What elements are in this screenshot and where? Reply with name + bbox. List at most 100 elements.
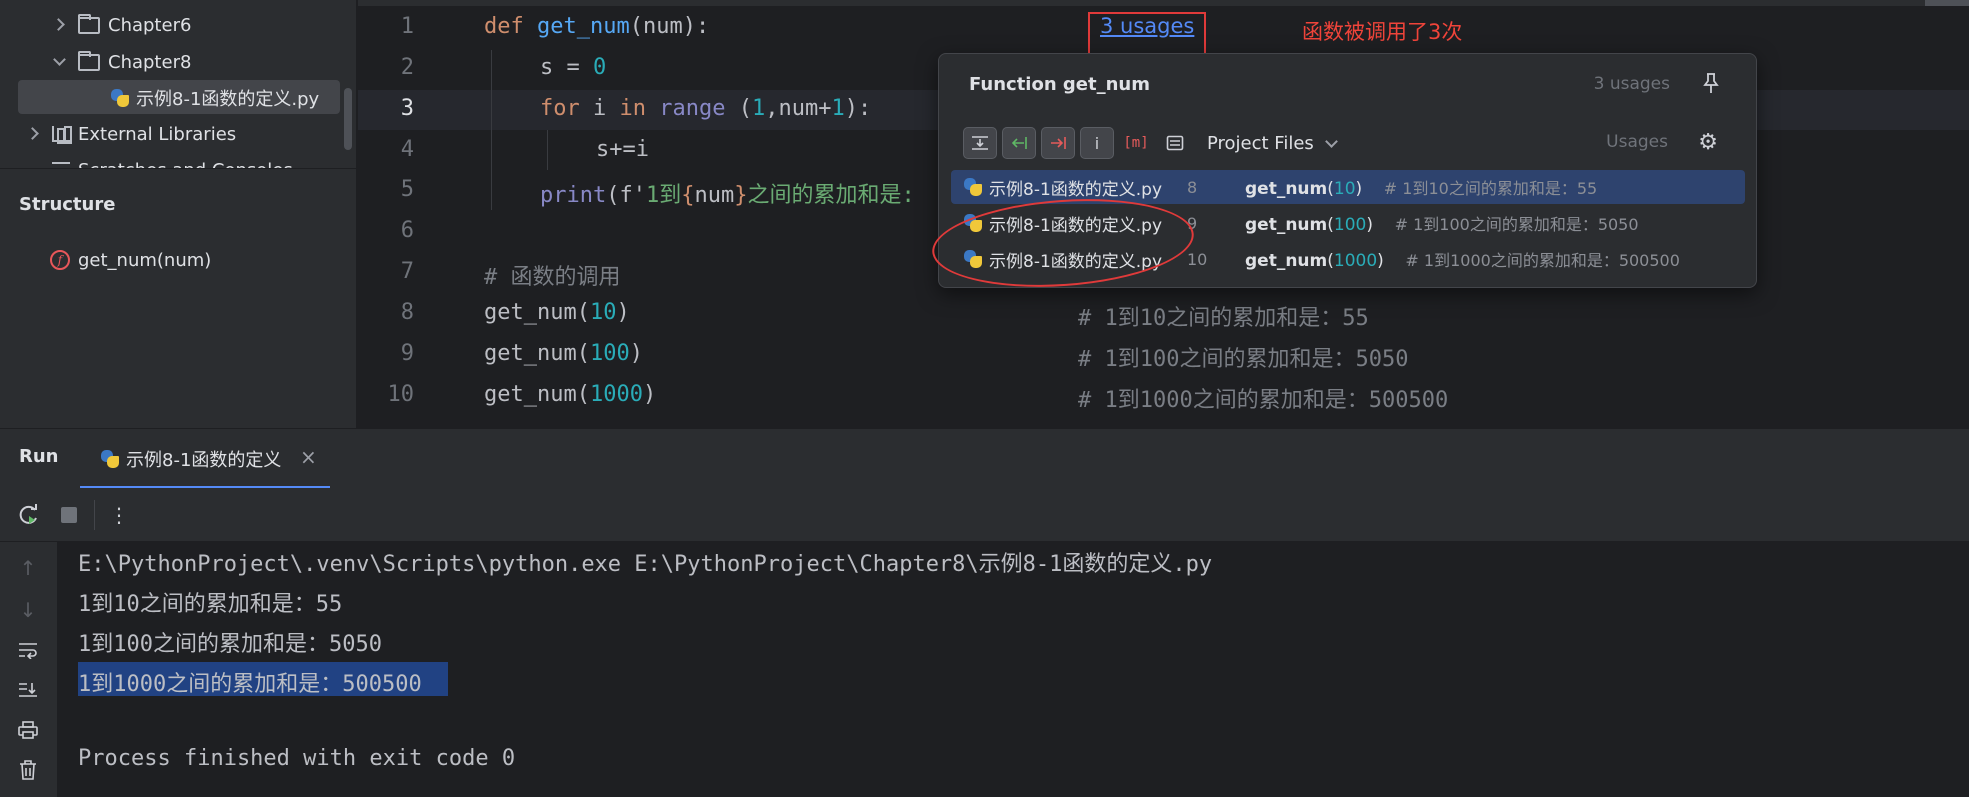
tree-item-label: 示例8-1函数的定义.py — [136, 89, 320, 110]
print-icon[interactable] — [14, 716, 42, 744]
down-arrow-icon[interactable]: ↓ — [14, 596, 42, 624]
chevron-right-icon[interactable] — [26, 127, 40, 141]
usage-line: 8 — [1187, 177, 1198, 197]
horizontal-scrollbar[interactable] — [358, 0, 1969, 6]
code-line-5[interactable]: print(f'1到{num}之间的累加和是: — [540, 177, 915, 209]
usage-call-name: get_num — [1245, 251, 1328, 271]
annotation-text: 函数被调用了3次 — [1302, 20, 1463, 44]
usage-paren: ( — [1327, 251, 1334, 271]
close-icon[interactable]: × — [300, 445, 317, 469]
code-text: get_num( — [484, 382, 590, 407]
rerun-icon[interactable] — [16, 502, 42, 528]
usage-line: 10 — [1187, 249, 1208, 269]
code-text: ) — [642, 382, 657, 407]
code-line-7[interactable]: # 函数的调用 — [484, 259, 621, 291]
popup-title: Function get_num — [969, 74, 1151, 95]
usage-paren: ) — [1355, 179, 1363, 199]
run-tab-content: 示例8-1函数的定义 — [100, 446, 281, 472]
structure-item-get-num[interactable]: f get_num(num) — [50, 246, 211, 274]
line-number: 8 — [400, 300, 414, 325]
keyword: for — [540, 96, 580, 121]
tree-item-chapter8[interactable]: Chapter8 — [52, 47, 191, 77]
tree-item-label: Chapter8 — [108, 51, 192, 73]
code-text: ) — [629, 341, 643, 366]
module-icon: [m] — [1123, 135, 1149, 151]
tree-item-chapter6[interactable]: Chapter6 — [52, 10, 191, 40]
code-comment: # 1到1000之间的累加和是：500500 — [1078, 388, 1449, 413]
chevron-right-icon[interactable] — [52, 18, 66, 32]
number-literal: 1000 — [589, 382, 643, 407]
up-arrow-icon[interactable]: ↑ — [14, 554, 42, 582]
tree-item-external-libraries[interactable]: External Libraries — [26, 119, 236, 149]
usages-label: Usages — [1606, 132, 1668, 152]
merge-usages-button[interactable] — [963, 127, 997, 159]
show-write-access-button[interactable] — [1041, 127, 1075, 159]
info-button[interactable]: i — [1080, 127, 1114, 159]
tree-item-scratches[interactable]: Scratches and Consoles — [52, 155, 293, 168]
console-line: 1到100之间的累加和是：5050 — [78, 632, 382, 657]
scroll-to-end-icon[interactable] — [14, 676, 42, 704]
keyword: def — [484, 14, 524, 39]
run-tab[interactable]: 示例8-1函数的定义 × — [80, 429, 330, 489]
console-line: E:\PythonProject\.venv\Scripts\python.ex… — [78, 552, 1213, 577]
gear-icon[interactable]: ⚙ — [1698, 130, 1718, 155]
preview-button[interactable] — [1158, 127, 1192, 159]
soft-wrap-icon[interactable] — [14, 636, 42, 664]
structure-item-label: get_num(num) — [78, 249, 212, 271]
line-number: 10 — [387, 382, 415, 407]
usage-call-name: get_num — [1245, 215, 1328, 235]
usage-call-name: get_num — [1245, 179, 1328, 199]
function-icon: f — [50, 250, 70, 270]
line-number: 1 — [400, 14, 414, 39]
scope-dropdown[interactable]: Project Files — [1207, 133, 1336, 154]
code-text: ,num+ — [765, 96, 832, 121]
folder-icon — [78, 13, 100, 34]
chevron-down-icon[interactable] — [52, 55, 66, 69]
scrollbar-thumb[interactable] — [1925, 0, 1969, 6]
number-literal: 10 — [589, 300, 617, 325]
code-line-9[interactable]: get_num(100) — [484, 341, 643, 366]
tree-scrollbar[interactable] — [344, 88, 352, 150]
keyword: in — [619, 96, 647, 121]
library-icon — [52, 126, 72, 144]
code-line-3[interactable]: for i in range (1,num+1): — [540, 96, 871, 121]
usages-count: 3 usages — [1593, 74, 1670, 94]
usage-call: get_num(1000) # 1到1000之间的累加和是：500500 — [1245, 247, 1680, 271]
more-options-icon[interactable]: ⋮ — [106, 502, 132, 528]
python-file-icon — [110, 88, 130, 108]
code-line-4[interactable]: s+=i — [596, 137, 649, 162]
run-console[interactable]: E:\PythonProject\.venv\Scripts\python.ex… — [57, 542, 1969, 797]
run-tool-window-header: Run 示例8-1函数的定义 × — [0, 428, 1969, 489]
line-number: 7 — [400, 259, 414, 284]
number-literal: 1 — [831, 96, 845, 121]
folder-icon — [78, 50, 100, 71]
number-literal: 100 — [589, 341, 630, 366]
usage-comment: # 1到10之间的累加和是：55 — [1383, 179, 1598, 198]
fstring-brace: } — [734, 183, 748, 208]
tree-item-label: External Libraries — [78, 123, 237, 145]
string-literal: 1到 — [645, 183, 682, 208]
preview-icon — [1166, 135, 1184, 151]
usage-arg: 10 — [1333, 179, 1356, 199]
tree-item-python-file[interactable]: 示例8-1函数的定义.py — [110, 83, 319, 113]
code-text: get_num( — [484, 341, 590, 366]
usage-paren: ) — [1377, 251, 1384, 271]
show-read-access-button[interactable] — [1002, 127, 1036, 159]
code-line-10[interactable]: get_num(1000) — [484, 382, 656, 407]
chevron-down-icon — [1324, 137, 1336, 149]
indent-guide — [491, 50, 492, 210]
line-number: 3 — [400, 96, 414, 121]
builtin-name: print — [540, 183, 607, 208]
code-line-1[interactable]: def get_num(num): — [484, 14, 709, 39]
code-line-2[interactable]: s = 0 — [540, 55, 606, 80]
stop-icon[interactable] — [56, 502, 82, 528]
usage-call: get_num(10) # 1到10之间的累加和是：55 — [1245, 175, 1597, 199]
pin-icon[interactable] — [1702, 72, 1720, 94]
code-text: s = — [540, 55, 593, 80]
code-text: s+=i — [596, 137, 649, 162]
trash-icon[interactable] — [14, 756, 42, 784]
module-filter-button[interactable]: [m] — [1119, 127, 1153, 159]
popup-toolbar: i [m] Project Files — [963, 126, 1336, 160]
read-access-icon — [1011, 137, 1027, 149]
code-line-8[interactable]: get_num(10) — [484, 300, 630, 325]
